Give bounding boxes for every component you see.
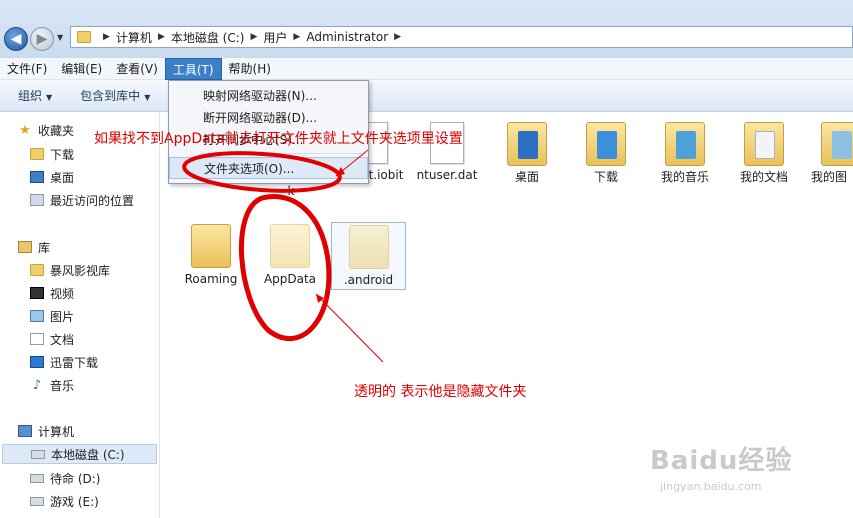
- download-folder-icon: [30, 148, 44, 160]
- folder-icon: [191, 224, 231, 268]
- drive-icon: [31, 449, 45, 459]
- annotation-bottom: 透明的 表示他是隐藏文件夹: [354, 384, 527, 400]
- drive-icon: [30, 473, 44, 483]
- folder-item[interactable]: 桌面: [487, 122, 567, 184]
- address-bar-row: ◀ ▶ ▼ ▶ 计算机 ▶ 本地磁盘 (C:) ▶ 用户 ▶ Administr…: [0, 0, 853, 58]
- sidebar-label: 迅雷下载: [50, 355, 99, 370]
- music-folder-icon: [665, 122, 705, 166]
- sidebar-computer[interactable]: 计算机: [18, 421, 176, 441]
- command-toolbar: 组织 ▼ 包含到库中 ▼: [0, 80, 853, 112]
- sidebar-item-drive-c[interactable]: 本地磁盘 (C:): [2, 444, 157, 464]
- sidebar-label: 下载: [50, 147, 75, 162]
- breadcrumb-administrator[interactable]: Administrator: [306, 30, 388, 44]
- include-in-library-button[interactable]: 包含到库中 ▼: [62, 87, 160, 104]
- folder-item[interactable]: 我的图: [803, 122, 853, 184]
- menu-help[interactable]: 帮助(H): [222, 58, 278, 80]
- chevron-down-icon: ▼: [46, 93, 53, 102]
- folder-label: 下载: [593, 170, 618, 184]
- chevron-right-icon[interactable]: ▶: [293, 32, 300, 42]
- documents-folder-icon: [744, 122, 784, 166]
- arrow-right-icon: ▶: [36, 31, 48, 47]
- sidebar-label: 视频: [50, 286, 75, 301]
- pictures-folder-icon: [821, 122, 853, 166]
- star-icon: ★: [19, 122, 31, 138]
- document-icon: [30, 333, 44, 345]
- breadcrumb-local-disk[interactable]: 本地磁盘 (C:): [171, 29, 245, 46]
- folder-label: 我的文档: [739, 170, 788, 184]
- address-box[interactable]: ▶ 计算机 ▶ 本地磁盘 (C:) ▶ 用户 ▶ Administrator ▶: [70, 26, 853, 48]
- sidebar-label: 游戏 (E:): [50, 494, 99, 509]
- sidebar-label: 暴风影视库: [50, 263, 111, 278]
- hidden-folder-icon: [270, 224, 310, 268]
- desktop-folder-icon: [507, 122, 547, 166]
- organize-button[interactable]: 组织 ▼: [0, 87, 62, 104]
- hidden-folder-icon: [348, 225, 389, 269]
- folder-label: .android: [343, 273, 394, 287]
- breadcrumb-users[interactable]: 用户: [263, 29, 287, 46]
- menu-view[interactable]: 查看(V): [109, 58, 165, 80]
- menu-disconnect-network-drive[interactable]: 断开网络驱动器(D)...: [169, 107, 368, 129]
- folder-item-appdata[interactable]: AppData: [250, 224, 330, 286]
- navigation-pane: ★ 收藏夹 下载 桌面 最近访问的位置 库 暴风影视库 视频 图片 文档 迅雷下…: [0, 112, 160, 518]
- chevron-right-icon[interactable]: ▶: [250, 32, 257, 42]
- folder-icon: [30, 264, 44, 276]
- recent-pages-dropdown[interactable]: ▼: [57, 33, 63, 42]
- folder-label: 我的音乐: [660, 170, 709, 184]
- forward-button[interactable]: ▶: [30, 27, 54, 51]
- folder-item[interactable]: Roaming: [171, 224, 251, 286]
- sidebar-label: 库: [38, 240, 51, 255]
- folder-label: AppData: [263, 272, 317, 286]
- breadcrumb-computer[interactable]: 计算机: [116, 29, 152, 46]
- sidebar-label: 桌面: [50, 170, 75, 185]
- recent-places-icon: [30, 194, 44, 206]
- sidebar-label: 待命 (D:): [50, 471, 101, 486]
- video-icon: [30, 287, 44, 299]
- picture-icon: [30, 310, 44, 322]
- menu-folder-options[interactable]: 文件夹选项(O)...: [169, 157, 368, 179]
- sidebar-label: 图片: [50, 309, 75, 324]
- back-button[interactable]: ◀: [4, 27, 28, 51]
- include-library-label: 包含到库中: [80, 89, 141, 103]
- folder-icon: [77, 31, 91, 43]
- sidebar-label: 文档: [50, 332, 75, 347]
- sidebar-label: 本地磁盘 (C:): [51, 447, 125, 462]
- sidebar-libraries[interactable]: 库: [18, 237, 176, 257]
- menu-separator: [199, 153, 364, 154]
- folder-item-android[interactable]: .android: [331, 222, 406, 290]
- chevron-down-icon: ▼: [57, 33, 64, 42]
- computer-icon: [18, 425, 32, 437]
- menu-bar: 文件(F) 编辑(E) 查看(V) 工具(T) 帮助(H): [0, 57, 853, 80]
- folder-label: 桌面: [514, 170, 539, 184]
- file-label: ntuser.dat: [416, 168, 478, 182]
- desktop-icon: [30, 171, 44, 183]
- chevron-right-icon[interactable]: ▶: [394, 32, 401, 42]
- library-icon: [18, 241, 32, 253]
- arrow-left-icon: ◀: [10, 31, 22, 47]
- menu-tools[interactable]: 工具(T): [164, 57, 222, 80]
- chevron-right-icon[interactable]: ▶: [158, 32, 165, 42]
- music-note-icon: ♪: [32, 377, 42, 393]
- annotation-top: 如果找不到AppData就去打开文件夹就上文件夹选项里设置: [94, 131, 463, 147]
- watermark-logo: Baidu经验: [650, 446, 793, 476]
- download-folder-icon: [586, 122, 626, 166]
- sidebar-label: 计算机: [38, 424, 75, 439]
- xunlei-icon: [30, 356, 44, 368]
- menu-edit[interactable]: 编辑(E): [54, 58, 109, 80]
- folder-item[interactable]: 下载: [566, 122, 646, 184]
- chevron-down-icon: ▼: [144, 93, 151, 102]
- sidebar-label: 音乐: [50, 378, 75, 393]
- folder-label: 我的图: [811, 170, 848, 184]
- chevron-right-icon[interactable]: ▶: [103, 32, 110, 42]
- menu-file[interactable]: 文件(F): [0, 58, 54, 80]
- sidebar-label: 收藏夹: [38, 123, 75, 138]
- folder-label: Roaming: [184, 272, 238, 286]
- sidebar-label: 最近访问的位置: [50, 193, 135, 208]
- organize-label: 组织: [18, 89, 43, 103]
- menu-map-network-drive[interactable]: 映射网络驱动器(N)...: [169, 85, 368, 107]
- folder-item[interactable]: 我的音乐: [645, 122, 725, 184]
- watermark-url: jingyan.baidu.com: [660, 480, 762, 493]
- drive-icon: [30, 496, 44, 506]
- folder-item[interactable]: 我的文档: [724, 122, 804, 184]
